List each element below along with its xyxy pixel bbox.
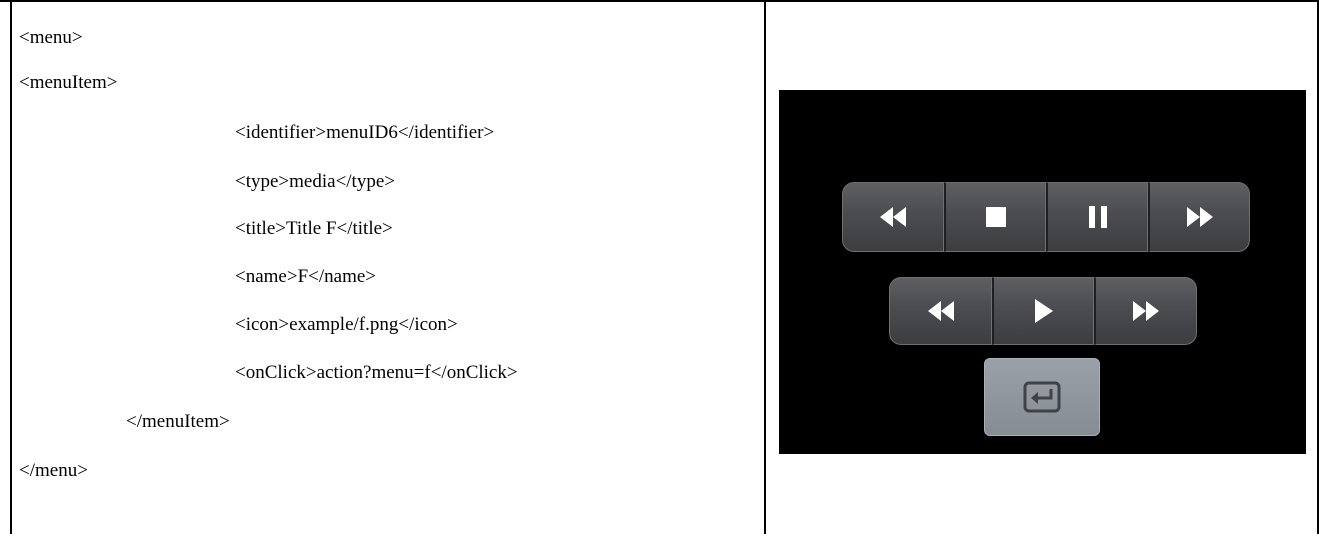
media-row-input [984, 358, 1100, 436]
code-line: </menuItem> [126, 411, 230, 432]
stop-button[interactable] [944, 182, 1046, 252]
code-listing: <menu> <menuItem> <identifier>menuID6</i… [10, 2, 764, 536]
fast-forward-button[interactable] [1094, 277, 1197, 345]
play-icon [1034, 299, 1053, 323]
code-line: <type>media</type> [235, 171, 395, 192]
input-source-button[interactable] [984, 358, 1100, 436]
rewind-icon [880, 207, 906, 227]
code-line: <title>Title F</title> [235, 218, 393, 239]
media-row-secondary [889, 277, 1197, 345]
fast-forward-icon [1133, 301, 1159, 321]
fast-forward-button[interactable] [1148, 182, 1250, 252]
media-row-primary [842, 182, 1250, 252]
rewind-button[interactable] [889, 277, 992, 345]
table-border-middle [764, 2, 766, 534]
rewind-icon [927, 301, 954, 321]
code-line: </menu> [19, 460, 88, 481]
stop-icon [985, 207, 1006, 227]
code-line: <name>F</name> [235, 266, 376, 287]
pause-button[interactable] [1046, 182, 1148, 252]
media-control-panel [779, 90, 1306, 454]
code-line: <menuItem> [19, 72, 118, 93]
pause-icon [1088, 206, 1107, 228]
code-line: <onClick>action?menu=f</onClick> [235, 362, 518, 383]
code-line: <icon>example/f.png</icon> [235, 314, 458, 335]
code-line: <identifier>menuID6</identifier> [235, 122, 495, 143]
input-source-icon [1023, 381, 1061, 413]
play-button[interactable] [992, 277, 1094, 345]
rewind-button[interactable] [842, 182, 944, 252]
fast-forward-icon [1186, 207, 1213, 227]
code-line: <menu> [19, 27, 83, 48]
